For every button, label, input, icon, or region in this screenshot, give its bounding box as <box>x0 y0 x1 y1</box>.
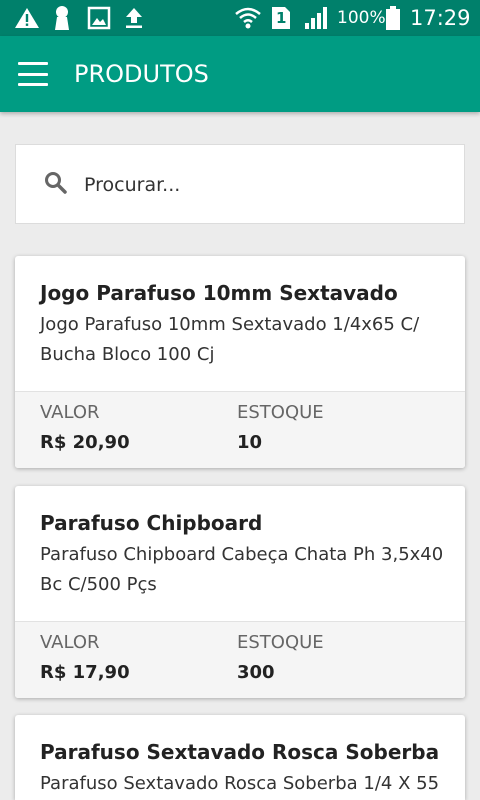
battery-icon <box>385 0 401 36</box>
product-description: Jogo Parafuso 10mm Sextavado 1/4x65 C/ B… <box>40 314 420 365</box>
product-description: Parafuso Sextavado Rosca Soberba 1/4 X 5… <box>40 773 440 794</box>
app-bar: PRODUTOS <box>0 36 480 112</box>
warning-icon <box>14 0 40 36</box>
clock: 17:29 <box>410 6 471 30</box>
product-description: Parafuso Chipboard Cabeça Chata Ph 3,5x4… <box>40 544 444 595</box>
estoque-value: 10 <box>237 432 263 453</box>
valor-label: VALOR <box>40 632 100 653</box>
hamburger-menu-icon[interactable] <box>18 60 48 88</box>
page-title: PRODUTOS <box>74 60 209 88</box>
estoque-label: ESTOQUE <box>237 402 324 423</box>
search-icon <box>44 171 68 195</box>
product-footer: VALOR R$ 17,90 ESTOQUE 300 <box>15 621 465 698</box>
search-input[interactable] <box>84 165 444 205</box>
valor-label: VALOR <box>40 402 100 423</box>
upload-icon <box>123 0 145 36</box>
product-title: Parafuso Sextavado Rosca Soberba <box>40 740 440 764</box>
valor-value: R$ 20,90 <box>40 432 130 453</box>
image-icon <box>87 0 111 36</box>
estoque-label: ESTOQUE <box>237 632 324 653</box>
wifi-icon <box>234 0 262 36</box>
battery-percent: 100% <box>337 8 386 28</box>
sim-number: 1 <box>276 9 287 27</box>
product-title: Parafuso Chipboard <box>40 511 263 535</box>
keyhole-icon <box>52 0 72 36</box>
product-title: Jogo Parafuso 10mm Sextavado <box>40 281 398 305</box>
valor-value: R$ 17,90 <box>40 662 130 683</box>
product-card[interactable]: Parafuso Sextavado Rosca Soberba Parafus… <box>15 715 465 800</box>
status-bar: 1 100% 17:29 <box>0 0 480 36</box>
product-footer: VALOR R$ 20,90 ESTOQUE 10 <box>15 391 465 468</box>
signal-icon <box>304 0 330 36</box>
search-box[interactable] <box>15 144 465 224</box>
product-card[interactable]: Parafuso Chipboard Parafuso Chipboard Ca… <box>15 486 465 698</box>
product-card[interactable]: Jogo Parafuso 10mm Sextavado Jogo Parafu… <box>15 256 465 468</box>
estoque-value: 300 <box>237 662 275 683</box>
